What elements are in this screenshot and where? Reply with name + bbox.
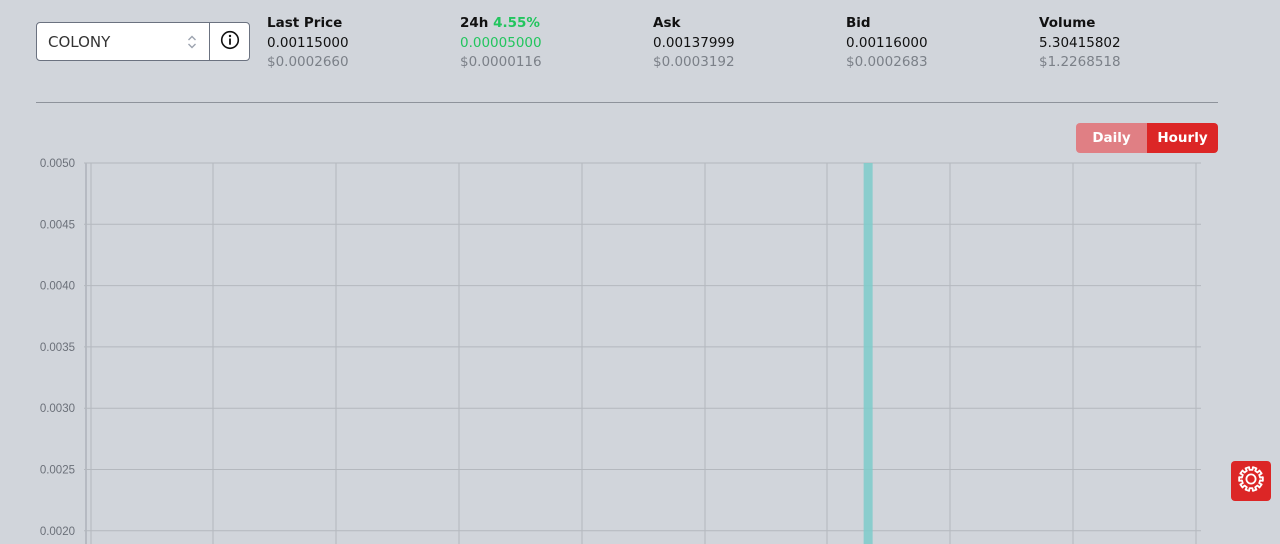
gear-icon [1237,465,1265,497]
info-icon [220,30,240,54]
market-select: COLONY [36,22,250,61]
y-tick-label: 0.0020 [40,526,75,538]
stat-last-price: Last Price 0.00115000 $0.0002660 [267,14,349,73]
chart-bar [863,163,873,544]
stat-bid-usd: $0.0002683 [846,54,928,70]
market-dropdown[interactable]: COLONY [37,23,209,60]
stat-bid: Bid 0.00116000 $0.0002683 [846,14,928,73]
stat-ask-usd: $0.0003192 [653,54,735,70]
hourly-button[interactable]: Hourly [1147,123,1218,153]
stat-volume: Volume 5.30415802 $1.2268518 [1039,14,1121,73]
stat-24h-value: 0.00005000 [460,34,542,51]
y-tick-label: 0.0040 [40,281,75,293]
price-chart-svg: 0.0050 0.0045 0.0040 0.0035 0.0030 0.0025 0.00… [40,158,1201,544]
stat-ask: Ask 0.00137999 $0.0003192 [653,14,735,73]
y-tick-label: 0.0050 [40,158,75,170]
stat-bid-value: 0.00116000 [846,34,928,51]
price-chart: 0.0050 0.0045 0.0040 0.0035 0.0030 0.0025 0.00… [0,150,1230,544]
stat-last-price-usd: $0.0002660 [267,54,349,70]
y-tick-label: 0.0030 [40,403,75,415]
settings-button[interactable] [1231,461,1271,501]
market-dropdown-value: COLONY [48,32,111,51]
stat-last-price-value: 0.00115000 [267,34,349,51]
y-tick-label: 0.0035 [40,342,75,354]
stat-ask-value: 0.00137999 [653,34,735,51]
stat-ask-label: Ask [653,15,681,31]
y-tick-label: 0.0045 [40,219,75,231]
stat-volume-label: Volume [1039,15,1096,31]
stat-bid-label: Bid [846,15,871,31]
interval-toggle: Daily Hourly [1076,123,1218,153]
info-button[interactable] [209,23,249,60]
stat-24h: 24h 4.55% 0.00005000 $0.0000116 [460,14,542,73]
header-divider [36,102,1218,103]
stat-24h-percent: 4.55% [493,15,540,31]
stat-volume-usd: $1.2268518 [1039,54,1121,70]
y-tick-label: 0.0025 [40,465,75,477]
stat-24h-label: 24h [460,15,489,31]
stat-volume-value: 5.30415802 [1039,34,1121,51]
daily-button[interactable]: Daily [1076,123,1147,153]
stat-24h-usd: $0.0000116 [460,54,542,70]
stat-last-price-label: Last Price [267,15,343,31]
stat-24h-header: 24h 4.55% [460,14,542,34]
chevron-updown-icon [187,35,197,49]
